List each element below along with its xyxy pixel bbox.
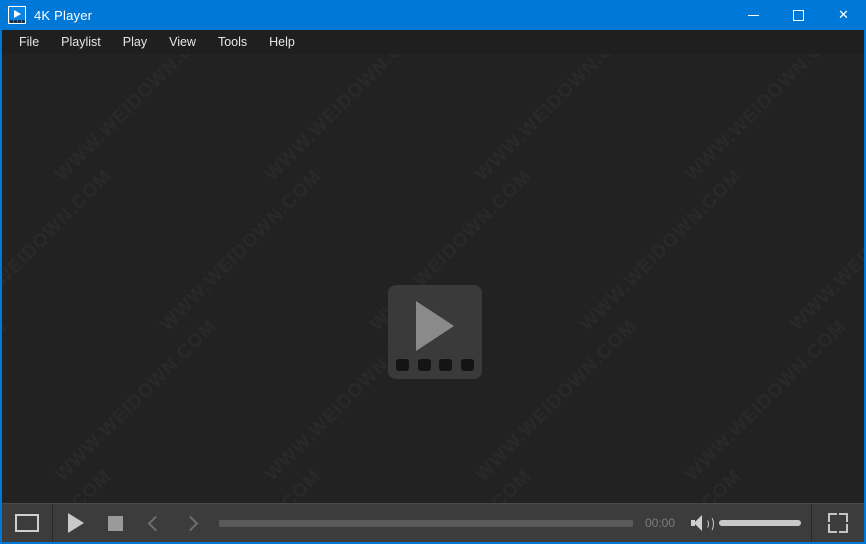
fullscreen-button[interactable]	[812, 504, 864, 542]
volume-button[interactable]	[685, 504, 719, 542]
menu-item-file[interactable]: File	[8, 32, 50, 52]
watermark-text: WWW.WEIDOWN.COM	[156, 466, 326, 503]
seek-slider[interactable]	[211, 504, 645, 542]
video-play-placeholder-icon	[388, 285, 482, 379]
minimize-icon	[748, 14, 759, 16]
fullscreen-icon	[828, 513, 848, 533]
maximize-icon	[793, 9, 804, 21]
window-title: 4K Player	[34, 7, 93, 23]
menu-item-tools[interactable]: Tools	[207, 32, 258, 52]
next-button[interactable]	[173, 504, 211, 542]
watermark-text: WWW.WEIDOWN.COM	[681, 316, 851, 486]
player-window: 4K Player ✕ File Playlist Play View Tool…	[0, 0, 866, 544]
volume-fill	[719, 520, 801, 526]
frame-square-icon	[15, 514, 39, 532]
watermark-text: WWW.WEIDOWN.COM	[576, 166, 746, 336]
watermark-text: WWW.WEIDOWN.COM	[156, 166, 326, 336]
watermark-text: WWW.WEIDOWN.COM	[51, 316, 221, 486]
maximize-button[interactable]	[776, 0, 821, 30]
minimize-button[interactable]	[731, 0, 776, 30]
watermark-text: WWW.WEIDOWN.COM	[366, 466, 536, 503]
video-display-area[interactable]: WWW.WEIDOWN.COMWWW.WEIDOWN.COMWWW.WEIDOW…	[2, 54, 864, 503]
watermark-overlay: WWW.WEIDOWN.COMWWW.WEIDOWN.COMWWW.WEIDOW…	[2, 54, 864, 503]
watermark-text: WWW.WEIDOWN.COM	[786, 166, 864, 336]
previous-button[interactable]	[135, 504, 173, 542]
watermark-text: WWW.WEIDOWN.COM	[471, 316, 641, 486]
watermark-text: WWW.WEIDOWN.COM	[786, 466, 864, 503]
watermark-text: WWW.WEIDOWN.COM	[2, 466, 117, 503]
close-button[interactable]: ✕	[821, 0, 864, 30]
chevron-left-icon	[147, 515, 164, 531]
menu-item-play[interactable]: Play	[112, 32, 158, 52]
window-controls: ✕	[731, 0, 864, 30]
play-icon	[67, 513, 84, 533]
stop-icon	[107, 515, 123, 531]
watermark-text: WWW.WEIDOWN.COM	[261, 54, 431, 186]
volume-slider[interactable]	[719, 504, 811, 542]
watermark-text: WWW.WEIDOWN.COM	[2, 54, 12, 186]
watermark-text: WWW.WEIDOWN.COM	[51, 54, 221, 186]
play-film-icon	[8, 6, 26, 24]
frame-square-button[interactable]	[2, 504, 52, 542]
menu-item-view[interactable]: View	[158, 32, 207, 52]
close-icon: ✕	[838, 7, 849, 23]
time-display: 00:00	[644, 516, 675, 530]
title-bar: 4K Player ✕	[2, 0, 864, 30]
watermark-text: WWW.WEIDOWN.COM	[681, 54, 851, 186]
volume-track	[719, 520, 801, 526]
playback-control-bar: 00:00	[2, 503, 864, 542]
watermark-text: WWW.WEIDOWN.COM	[576, 466, 746, 503]
watermark-text: WWW.WEIDOWN.COM	[2, 166, 117, 336]
play-button[interactable]	[53, 504, 95, 542]
watermark-text: WWW.WEIDOWN.COM	[471, 54, 641, 186]
menu-item-playlist[interactable]: Playlist	[50, 32, 112, 52]
seek-track	[219, 519, 633, 527]
chevron-right-icon	[182, 515, 199, 531]
watermark-text: WWW.WEIDOWN.COM	[2, 316, 12, 486]
stop-button[interactable]	[95, 504, 135, 542]
speaker-icon	[691, 515, 714, 532]
menu-bar: File Playlist Play View Tools Help	[2, 30, 864, 54]
menu-item-help[interactable]: Help	[258, 32, 306, 52]
